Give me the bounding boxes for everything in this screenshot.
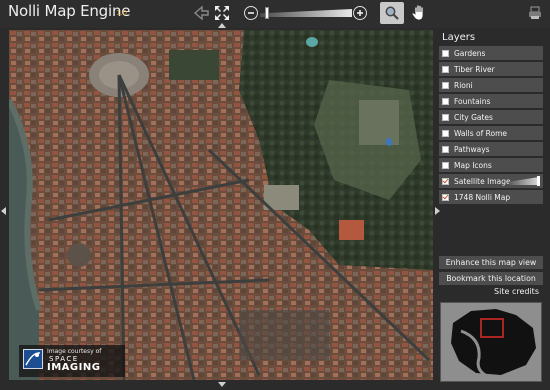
layer-checkbox[interactable] [442,177,449,185]
back-arrow-icon[interactable] [193,4,209,22]
layer-checkbox[interactable] [442,161,449,169]
overview-city-silhouette [441,303,541,381]
enhance-view-button[interactable]: Enhance this map view [439,256,543,269]
satellite-map-view[interactable]: Image courtesy of SPACE IMAGING [9,30,433,380]
layer-item-1748-nolli-map[interactable]: 1748 Nolli Map [439,190,543,204]
printer-icon[interactable] [527,4,543,22]
layer-item-map-icons[interactable]: Map Icons [439,158,543,172]
pan-down-arrow-icon[interactable] [218,382,226,387]
zoom-slider-thumb[interactable] [265,7,269,19]
layer-label: Fountains [454,96,491,106]
layer-item-tiber-river[interactable]: Tiber River [439,62,543,76]
credit-prefix: Image courtesy of [47,348,102,355]
app-version: 1.0 [116,9,128,17]
site-credits-link[interactable]: Site credits [494,287,539,296]
layer-label: Tiber River [454,64,495,74]
layer-label: Gardens [454,48,486,58]
app-title: Nolli Map Engine [8,2,131,20]
layers-title: Layers [442,32,476,43]
zoom-slider-track[interactable] [260,9,352,17]
layer-item-fountains[interactable]: Fountains [439,94,543,108]
layer-checkbox[interactable] [442,145,449,153]
layer-label: Walls of Rome [454,128,507,138]
layer-opacity-slider[interactable] [509,177,539,185]
layer-item-satellite-image[interactable]: Satellite Image [439,174,543,188]
layer-opacity-thumb[interactable] [537,176,540,186]
layer-label: Pathways [454,144,490,154]
app-header: Nolli Map Engine 1.0 [0,0,550,28]
layer-label: 1748 Nolli Map [454,192,511,202]
layer-checkbox[interactable] [442,193,449,201]
layer-item-city-gates[interactable]: City Gates [439,110,543,124]
bookmark-location-button[interactable]: Bookmark this location [439,272,543,285]
space-imaging-logo [23,349,43,369]
pan-up-arrow-icon[interactable] [218,23,226,28]
zoom-out-icon[interactable] [244,6,258,20]
overview-map[interactable] [440,302,542,382]
layer-label: Map Icons [454,160,492,170]
hand-icon[interactable] [408,2,430,24]
layer-label: Rioni [454,80,473,90]
layer-label: Satellite Image [454,176,511,186]
satellite-imagery [9,30,433,380]
credit-brand-line2: IMAGING [47,362,101,373]
layer-checkbox[interactable] [442,97,449,105]
layer-item-rioni[interactable]: Rioni [439,78,543,92]
layer-item-walls-of-rome[interactable]: Walls of Rome [439,126,543,140]
layer-item-gardens[interactable]: Gardens [439,46,543,60]
zoom-in-icon[interactable] [353,6,367,20]
layers-panel: Layers Gardens Tiber River Rioni Fountai… [437,30,545,385]
pan-left-arrow-icon[interactable] [1,207,6,215]
fullscreen-icon[interactable] [214,4,230,22]
layer-checkbox[interactable] [442,113,449,121]
layer-label: City Gates [454,112,493,122]
layer-checkbox[interactable] [442,129,449,137]
layer-item-pathways[interactable]: Pathways [439,142,543,156]
imagery-credit-badge: Image courtesy of SPACE IMAGING [19,345,125,377]
layer-checkbox[interactable] [442,81,449,89]
layer-checkbox[interactable] [442,65,449,73]
magnifier-icon[interactable] [380,2,404,24]
layer-checkbox[interactable] [442,49,449,57]
